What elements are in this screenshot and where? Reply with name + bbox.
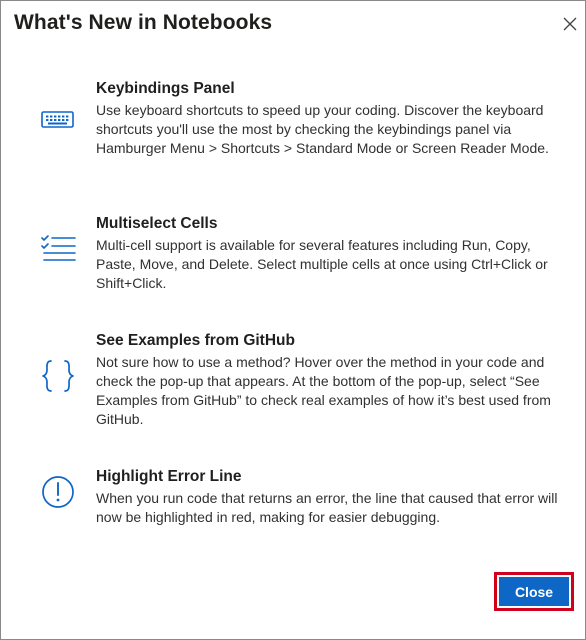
feature-heading: Highlight Error Line — [96, 468, 242, 485]
error-info-icon — [39, 473, 77, 511]
feature-heading: Keybindings Panel — [96, 80, 235, 97]
feature-heading: See Examples from GitHub — [96, 332, 295, 349]
feature-description: When you run code that returns an error,… — [96, 490, 558, 525]
multiselect-list-icon — [39, 229, 77, 267]
close-icon[interactable] — [561, 15, 579, 33]
close-button[interactable]: Close — [499, 577, 569, 606]
curly-braces-icon — [39, 357, 77, 395]
feature-description: Multi-cell support is available for seve… — [96, 237, 548, 291]
dialog-title: What's New in Notebooks — [14, 11, 273, 34]
whats-new-dialog: What's New in Notebooks Keybindings Pane… — [0, 0, 586, 640]
keyboard-icon — [39, 100, 77, 138]
close-button-highlight: Close — [494, 572, 574, 611]
feature-description: Not sure how to use a method? Hover over… — [96, 354, 551, 427]
feature-description: Use keyboard shortcuts to speed up your … — [96, 102, 549, 156]
feature-heading: Multiselect Cells — [96, 215, 218, 232]
